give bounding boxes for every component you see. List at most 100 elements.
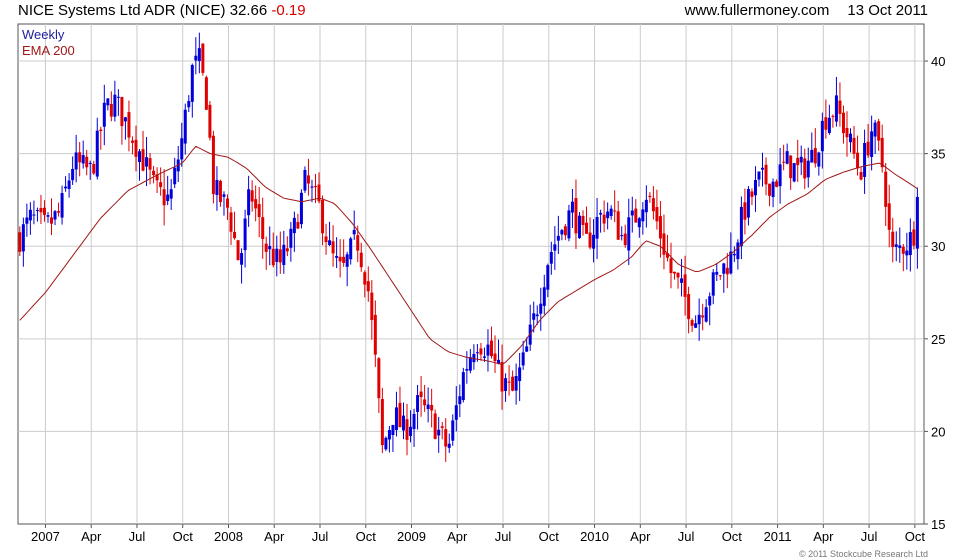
candle-body: [444, 429, 448, 447]
candle-body: [602, 214, 606, 224]
candle-body: [701, 315, 705, 318]
candle-body: [194, 55, 198, 61]
candle-body: [694, 323, 698, 328]
candle-body: [549, 251, 553, 264]
candle-body: [46, 215, 50, 217]
candle-body: [394, 407, 398, 430]
candle-body: [518, 367, 522, 382]
candle-body: [556, 235, 560, 241]
candle-body: [285, 248, 289, 252]
candle-body: [313, 185, 317, 188]
candle-body: [782, 161, 786, 163]
candle-body: [511, 376, 515, 391]
candle-body: [451, 420, 455, 441]
candle-body: [345, 254, 349, 267]
candle-body: [697, 314, 701, 325]
candle-body: [204, 77, 208, 110]
candle-body: [342, 256, 346, 263]
candle-body: [771, 181, 775, 198]
candle-body: [870, 131, 874, 157]
candle-body: [764, 164, 768, 185]
candle-body: [746, 188, 750, 218]
candle-body: [676, 272, 680, 278]
x-tick-label: Apr: [813, 529, 834, 544]
candle-body: [250, 190, 254, 202]
candle-body: [609, 208, 613, 216]
candle-body: [915, 196, 919, 249]
candle-body: [623, 233, 627, 246]
candle-body: [482, 356, 486, 358]
candle-body: [504, 378, 508, 391]
candle-body: [595, 216, 599, 239]
candle-body: [187, 101, 191, 108]
candle-body: [71, 168, 75, 181]
candle-body: [507, 381, 511, 383]
candle-body: [500, 362, 504, 392]
candle-body: [254, 199, 258, 209]
candle-body: [141, 149, 145, 171]
candle-body: [475, 352, 479, 354]
candle-body: [275, 248, 279, 262]
candle-body: [74, 152, 78, 170]
candle-body: [810, 149, 814, 163]
candle-body: [359, 252, 363, 268]
candle-body: [662, 233, 666, 255]
x-tick-label: Apr: [630, 529, 651, 544]
candle-body: [197, 48, 201, 62]
candle-body: [739, 206, 743, 247]
candle-body: [880, 137, 884, 168]
candle-body: [599, 212, 603, 215]
candle-body: [18, 232, 22, 252]
candle-body: [39, 208, 43, 213]
candle-body: [271, 248, 275, 266]
candle-body: [64, 186, 68, 189]
candle-body: [877, 121, 881, 141]
candle-body: [370, 292, 374, 321]
candle-body: [553, 244, 557, 251]
candle-body: [831, 115, 835, 117]
candle-body: [169, 189, 173, 199]
candle-body: [489, 340, 493, 357]
candle-body: [785, 151, 789, 164]
candle-body: [859, 171, 863, 180]
candle-body: [173, 167, 177, 185]
candle-body: [592, 234, 596, 249]
candle-body: [183, 109, 187, 144]
candle-body: [292, 217, 296, 234]
candle-body: [78, 152, 82, 163]
candle-body: [585, 222, 589, 234]
candle-body: [750, 191, 754, 197]
candle-body: [673, 271, 677, 274]
candle-body: [264, 243, 268, 252]
candle-body: [306, 175, 310, 184]
candle-body: [884, 171, 888, 207]
candle-body: [127, 112, 131, 138]
candle-body: [433, 413, 437, 439]
x-tick-label: 2007: [31, 529, 60, 544]
candle-body: [898, 245, 902, 248]
candle-body: [894, 244, 898, 247]
candle-body: [148, 158, 152, 170]
y-tick-label: 35: [931, 147, 945, 162]
candle-body: [849, 133, 853, 143]
candle-body: [349, 238, 353, 260]
candle-body: [757, 171, 761, 180]
candle-body: [574, 198, 578, 234]
candle-body: [278, 249, 282, 263]
candle-body: [560, 230, 564, 235]
candle-body: [792, 163, 796, 182]
candle-body: [535, 314, 539, 317]
candlestick-chart: 15 20 25 30 35 40 2007 Apr Jul Oct 2008 Apr Jul Oct 20…: [17, 23, 945, 544]
candle-body: [352, 229, 356, 235]
y-tick-label: 20: [931, 424, 945, 439]
candle-body: [134, 139, 138, 157]
candle-body: [57, 211, 61, 213]
candle-body: [577, 215, 581, 239]
candle-body: [95, 130, 99, 177]
candle-body: [753, 179, 757, 196]
candle-body: [366, 281, 370, 292]
candle-body: [824, 117, 828, 130]
candle-body: [180, 138, 184, 160]
candle-body: [581, 215, 585, 225]
candle-body: [799, 156, 803, 163]
